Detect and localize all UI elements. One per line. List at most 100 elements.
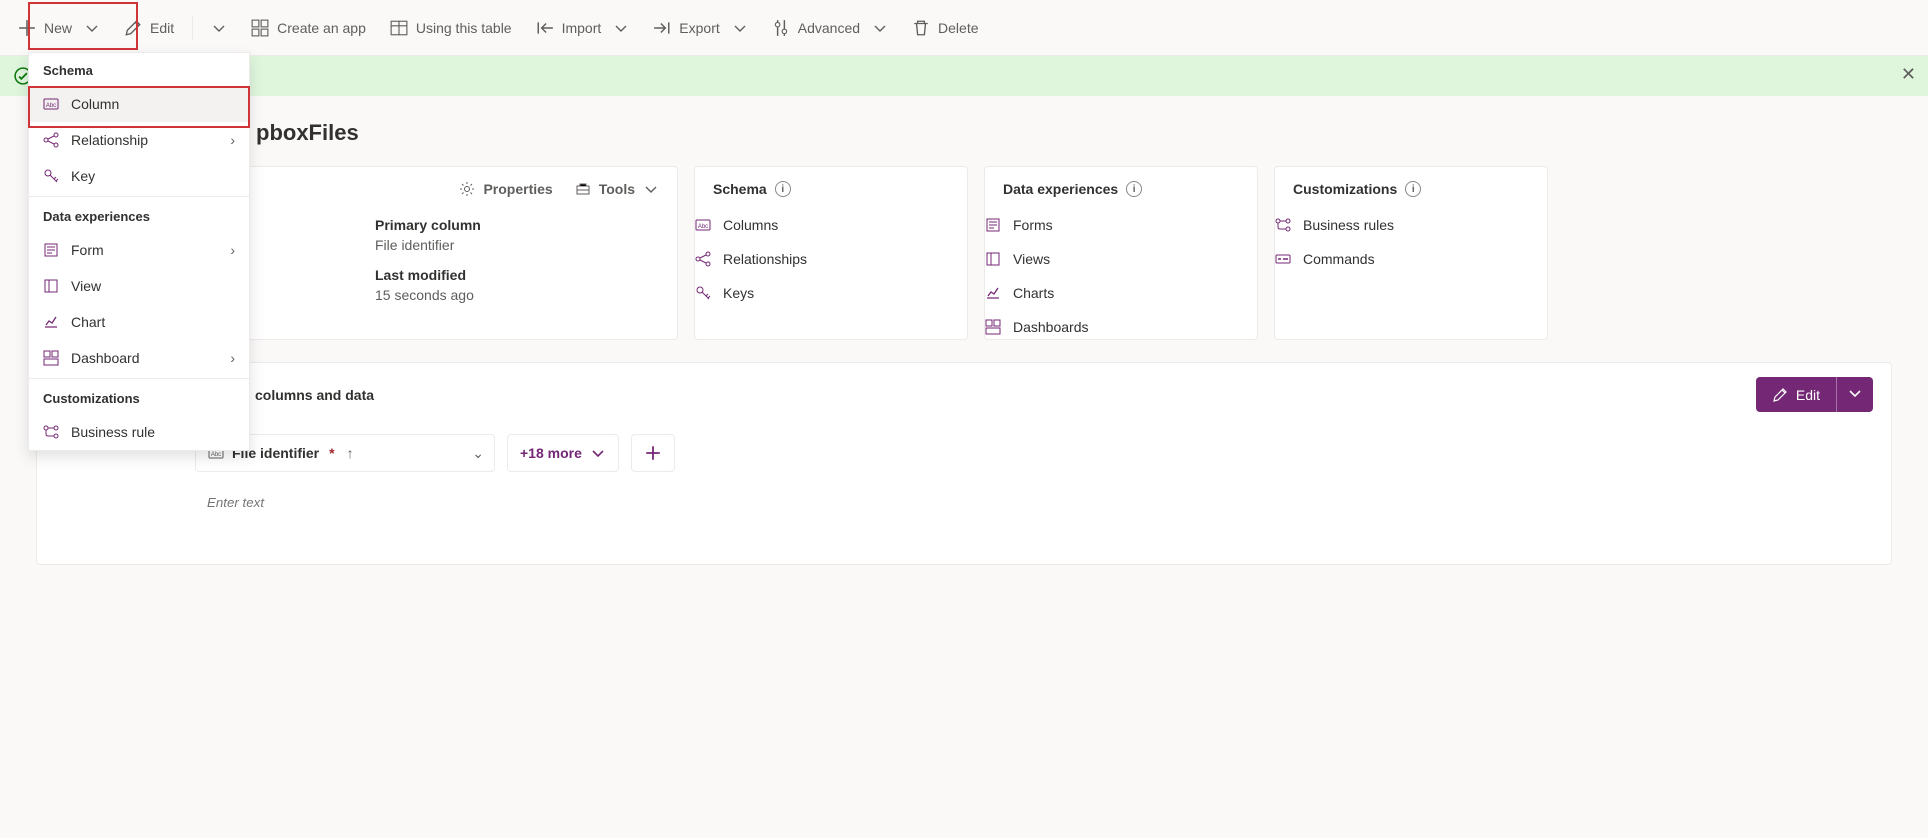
info-icon[interactable]: i — [1126, 181, 1142, 197]
column-header-row: Abc File identifier * ↑ ⌄ +18 more — [55, 434, 1873, 472]
chevron-down-icon — [732, 20, 748, 36]
dropdown-item-form[interactable]: Form › — [29, 232, 249, 268]
add-column-button[interactable] — [631, 434, 675, 472]
export-button[interactable]: Export — [643, 13, 757, 43]
tools-link[interactable]: Tools — [575, 181, 659, 197]
delete-button[interactable]: Delete — [902, 13, 988, 43]
card-title: Data experiences — [1003, 181, 1118, 197]
edit-button-chevron[interactable] — [1836, 377, 1873, 412]
schema-link-relationships[interactable]: Relationships — [695, 251, 967, 267]
sliders-icon — [772, 19, 790, 37]
commands-icon — [1275, 251, 1291, 267]
summary-cards-row: Properties Tools Primary column File ide… — [36, 166, 1892, 340]
data-exp-link-views[interactable]: Views — [985, 251, 1257, 267]
dropdown-item-business-rule[interactable]: Business rule — [29, 414, 249, 450]
required-star: * — [329, 445, 334, 461]
edit-split-button: Edit — [1756, 377, 1873, 412]
dropdown-item-key[interactable]: Key — [29, 158, 249, 194]
customizations-link-commands[interactable]: Commands — [1275, 251, 1547, 267]
chevron-down-icon — [643, 181, 659, 197]
share-nodes-icon — [695, 251, 711, 267]
dropdown-item-label: View — [71, 278, 101, 294]
dropdown-item-view[interactable]: View — [29, 268, 249, 304]
data-exp-link-dashboards[interactable]: Dashboards — [985, 319, 1257, 335]
success-banner: ✕ — [0, 56, 1928, 96]
columns-data-section: columns and data Edit Abc File identifie… — [36, 362, 1892, 565]
info-icon[interactable]: i — [775, 181, 791, 197]
data-exp-link-charts[interactable]: Charts — [985, 285, 1257, 301]
key-icon — [695, 285, 711, 301]
more-columns-button[interactable]: +18 more — [507, 434, 619, 472]
link-label: Relationships — [723, 251, 807, 267]
edit-button[interactable]: Edit — [114, 13, 184, 43]
form-icon — [985, 217, 1001, 233]
dropdown-item-label: Form — [71, 242, 104, 258]
dropdown-item-chart[interactable]: Chart — [29, 304, 249, 340]
link-label: Views — [1013, 251, 1050, 267]
separator — [192, 16, 193, 40]
info-icon[interactable]: i — [1405, 181, 1421, 197]
command-bar: New Edit Create an app Using this table … — [0, 0, 1928, 56]
chevron-down-icon — [613, 20, 629, 36]
separator — [29, 196, 249, 197]
dropdown-item-dashboard[interactable]: Dashboard › — [29, 340, 249, 376]
new-dropdown: Schema Abc Column Relationship › Key Dat… — [28, 52, 250, 451]
svg-text:Abc: Abc — [698, 224, 708, 230]
flow-icon — [1275, 217, 1291, 233]
schema-link-keys[interactable]: Keys — [695, 285, 967, 301]
data-exp-link-forms[interactable]: Forms — [985, 217, 1257, 233]
chevron-down-icon — [590, 445, 606, 461]
dropdown-item-relationship[interactable]: Relationship › — [29, 122, 249, 158]
new-row — [55, 480, 1873, 524]
using-table-label: Using this table — [416, 20, 512, 36]
chevron-down-icon — [84, 20, 100, 36]
dropdown-item-label: Relationship — [71, 132, 148, 148]
tools-label: Tools — [599, 181, 635, 197]
close-banner-button[interactable]: ✕ — [1901, 64, 1916, 85]
chart-line-icon — [43, 314, 59, 330]
using-table-button[interactable]: Using this table — [380, 13, 522, 43]
export-label: Export — [679, 20, 719, 36]
chevron-down-icon[interactable]: ⌄ — [472, 445, 484, 462]
advanced-button[interactable]: Advanced — [762, 13, 898, 43]
link-label: Forms — [1013, 217, 1053, 233]
create-app-button[interactable]: Create an app — [241, 13, 376, 43]
edit-chevron[interactable] — [201, 14, 237, 42]
pencil-icon — [1772, 387, 1788, 403]
primary-column-value: File identifier — [375, 237, 659, 253]
new-row-input[interactable] — [195, 480, 495, 524]
edit-label: Edit — [1796, 387, 1820, 403]
edit-label: Edit — [150, 20, 174, 36]
edit-button-main[interactable]: Edit — [1756, 379, 1836, 411]
link-label: Charts — [1013, 285, 1054, 301]
chevron-down-icon — [211, 20, 227, 36]
card-title: Customizations — [1293, 181, 1397, 197]
new-button[interactable]: New — [8, 13, 110, 43]
svg-text:Abc: Abc — [211, 452, 221, 458]
export-icon — [653, 19, 671, 37]
view-icon — [43, 278, 59, 294]
dropdown-item-label: Key — [71, 168, 95, 184]
share-nodes-icon — [43, 132, 59, 148]
chevron-down-icon — [1847, 385, 1863, 401]
trash-icon — [912, 19, 930, 37]
more-label: +18 more — [520, 445, 582, 461]
dropdown-item-column[interactable]: Abc Column — [29, 86, 249, 122]
properties-link[interactable]: Properties — [459, 181, 552, 197]
page-content: pboxFiles Properties Tools — [0, 96, 1928, 601]
link-label: Columns — [723, 217, 778, 233]
link-label: Business rules — [1303, 217, 1394, 233]
customizations-link-business-rules[interactable]: Business rules — [1275, 217, 1547, 233]
card-customizations: Customizations i Business rules Commands — [1274, 166, 1548, 340]
import-button[interactable]: Import — [526, 13, 640, 43]
schema-link-columns[interactable]: Abc Columns — [695, 217, 967, 233]
dropdown-item-label: Column — [71, 96, 119, 112]
key-icon — [43, 168, 59, 184]
link-label: Keys — [723, 285, 754, 301]
new-label: New — [44, 20, 72, 36]
last-modified-label: Last modified — [375, 267, 659, 283]
import-icon — [536, 19, 554, 37]
abc-box-icon: Abc — [43, 96, 59, 112]
chevron-right-icon: › — [230, 132, 235, 148]
plus-icon — [644, 444, 662, 462]
